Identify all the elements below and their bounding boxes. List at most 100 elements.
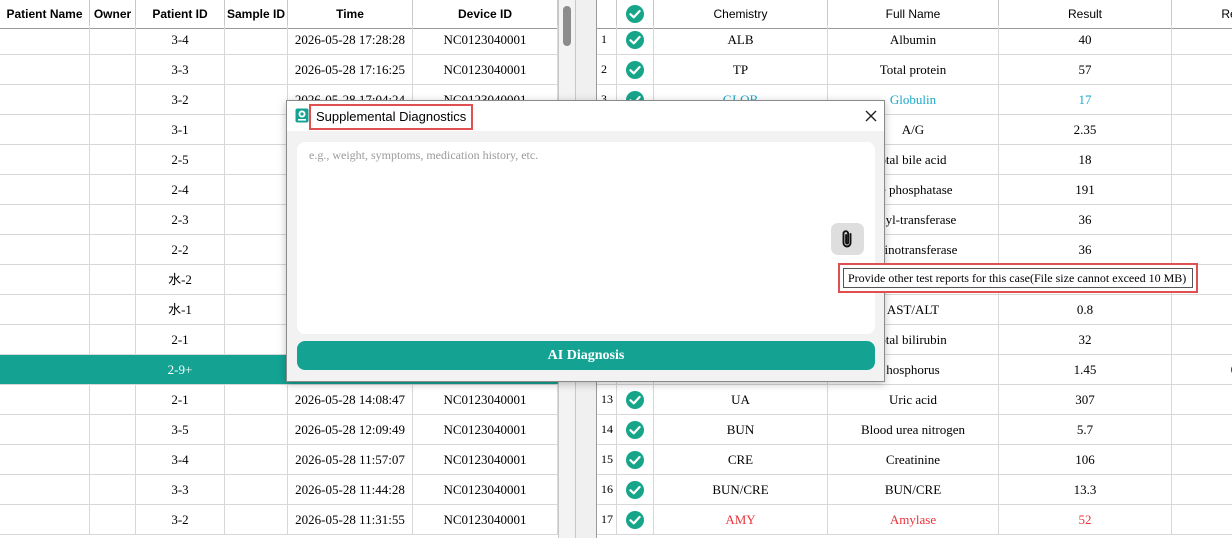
- table-row[interactable]: 3-2 2026-05-28 11:31:55 NC0123040001: [0, 505, 558, 535]
- cell-patient-id: 2-1: [136, 385, 225, 414]
- cell-device-id: NC0123040001: [413, 445, 558, 474]
- row-check-cell[interactable]: [617, 475, 654, 504]
- col-time[interactable]: Time: [288, 0, 413, 28]
- row-check-cell[interactable]: [617, 445, 654, 474]
- check-circle-icon[interactable]: [626, 4, 644, 23]
- tooltip-text: Provide other test reports for this case…: [843, 268, 1193, 288]
- table-row[interactable]: 16 BUN/CRE BUN/CRE 13.3: [597, 475, 1232, 505]
- col-chemistry[interactable]: Chemistry: [654, 0, 828, 28]
- table-row[interactable]: 2-1 2026-05-28 14:08:47 NC0123040001: [0, 385, 558, 415]
- dialog-title: Supplemental Diagnostics: [309, 104, 474, 130]
- check-circle-icon[interactable]: [626, 511, 644, 530]
- cell-device-id: NC0123040001: [413, 475, 558, 504]
- cell-patient-name: [0, 415, 90, 444]
- cell-patient-name: [0, 115, 90, 144]
- app-logo-icon: [295, 108, 309, 123]
- cell-chemistry: ALB: [654, 25, 828, 54]
- supplemental-info-input[interactable]: [297, 142, 875, 334]
- cell-owner: [90, 445, 136, 474]
- cell-owner: [90, 475, 136, 504]
- table-row[interactable]: 3-4 2026-05-28 11:57:07 NC0123040001: [0, 445, 558, 475]
- table-row[interactable]: 3-3 2026-05-28 17:16:25 NC0123040001: [0, 55, 558, 85]
- cell-sample-id: [225, 505, 288, 534]
- row-check-cell[interactable]: [617, 25, 654, 54]
- cell-reference: 0: [1172, 355, 1232, 384]
- cell-sample-id: [225, 115, 288, 144]
- cell-owner: [90, 505, 136, 534]
- table-row[interactable]: 14 BUN Blood urea nitrogen 5.7: [597, 415, 1232, 445]
- col-patient-id[interactable]: Patient ID: [136, 0, 225, 28]
- cell-result: 0.8: [999, 295, 1172, 324]
- table-row[interactable]: 3-5 2026-05-28 12:09:49 NC0123040001: [0, 415, 558, 445]
- check-circle-icon[interactable]: [626, 481, 644, 500]
- scrollbar-thumb[interactable]: [563, 6, 571, 46]
- cell-sample-id: [225, 385, 288, 414]
- cell-sample-id: [225, 55, 288, 84]
- cell-owner: [90, 115, 136, 144]
- cell-reference: [1172, 25, 1232, 54]
- cell-patient-id: 2-1: [136, 325, 225, 354]
- row-number: 17: [597, 505, 617, 534]
- cell-device-id: NC0123040001: [413, 385, 558, 414]
- close-icon[interactable]: [861, 106, 881, 126]
- cell-owner: [90, 235, 136, 264]
- cell-time: 2026-05-28 14:08:47: [288, 385, 413, 414]
- cell-sample-id: [225, 145, 288, 174]
- table-row[interactable]: 2 TP Total protein 57: [597, 55, 1232, 85]
- cell-sample-id: [225, 265, 288, 294]
- check-circle-icon[interactable]: [626, 31, 644, 50]
- cell-owner: [90, 55, 136, 84]
- table-row[interactable]: 13 UA Uric acid 307: [597, 385, 1232, 415]
- check-circle-icon[interactable]: [626, 421, 644, 440]
- row-check-cell[interactable]: [617, 55, 654, 84]
- attach-tooltip: Provide other test reports for this case…: [838, 263, 1198, 293]
- check-circle-icon[interactable]: [626, 451, 644, 470]
- col-sample-id[interactable]: Sample ID: [225, 0, 288, 28]
- table-row[interactable]: 17 AMY Amylase 52: [597, 505, 1232, 535]
- col-result[interactable]: Result: [999, 0, 1172, 28]
- cell-sample-id: [225, 475, 288, 504]
- row-check-cell[interactable]: [617, 505, 654, 534]
- col-owner[interactable]: Owner: [90, 0, 136, 28]
- table-row[interactable]: 3-3 2026-05-28 11:44:28 NC0123040001: [0, 475, 558, 505]
- attach-file-button[interactable]: [831, 223, 864, 255]
- cell-result: 36: [999, 235, 1172, 264]
- row-number: 14: [597, 415, 617, 444]
- table-row[interactable]: 15 CRE Creatinine 106: [597, 445, 1232, 475]
- ai-diagnosis-button[interactable]: AI Diagnosis: [297, 341, 875, 370]
- cell-time: 2026-05-28 11:44:28: [288, 475, 413, 504]
- cell-full-name: Blood urea nitrogen: [828, 415, 999, 444]
- check-circle-icon[interactable]: [626, 61, 644, 80]
- cell-chemistry: TP: [654, 55, 828, 84]
- cell-patient-name: [0, 25, 90, 54]
- cell-reference: [1172, 445, 1232, 474]
- col-check[interactable]: [617, 0, 654, 28]
- row-check-cell[interactable]: [617, 385, 654, 414]
- table-row[interactable]: 3-4 2026-05-28 17:28:28 NC0123040001: [0, 25, 558, 55]
- col-patient-name[interactable]: Patient Name: [0, 0, 90, 28]
- cell-patient-id: 3-4: [136, 25, 225, 54]
- cell-sample-id: [225, 175, 288, 204]
- cell-chemistry: BUN: [654, 415, 828, 444]
- cell-sample-id: [225, 445, 288, 474]
- cell-sample-id: [225, 355, 288, 384]
- cell-result: 13.3: [999, 475, 1172, 504]
- cell-full-name: Total protein: [828, 55, 999, 84]
- check-circle-icon[interactable]: [626, 391, 644, 410]
- col-device-id[interactable]: Device ID: [413, 0, 558, 28]
- cell-patient-name: [0, 445, 90, 474]
- table-row[interactable]: 1 ALB Albumin 40: [597, 25, 1232, 55]
- cell-patient-id: 3-4: [136, 445, 225, 474]
- paperclip-icon: [842, 230, 852, 248]
- cell-full-name: BUN/CRE: [828, 475, 999, 504]
- cell-sample-id: [225, 205, 288, 234]
- cell-patient-id: 2-9+: [136, 355, 225, 384]
- dialog-titlebar[interactable]: Supplemental Diagnostics: [287, 101, 884, 131]
- row-check-cell[interactable]: [617, 415, 654, 444]
- col-reference[interactable]: Refe: [1172, 0, 1232, 28]
- cell-time: 2026-05-28 11:57:07: [288, 445, 413, 474]
- cell-full-name: Uric acid: [828, 385, 999, 414]
- col-full-name[interactable]: Full Name: [828, 0, 999, 28]
- cell-chemistry: AMY: [654, 505, 828, 534]
- cell-result: 40: [999, 25, 1172, 54]
